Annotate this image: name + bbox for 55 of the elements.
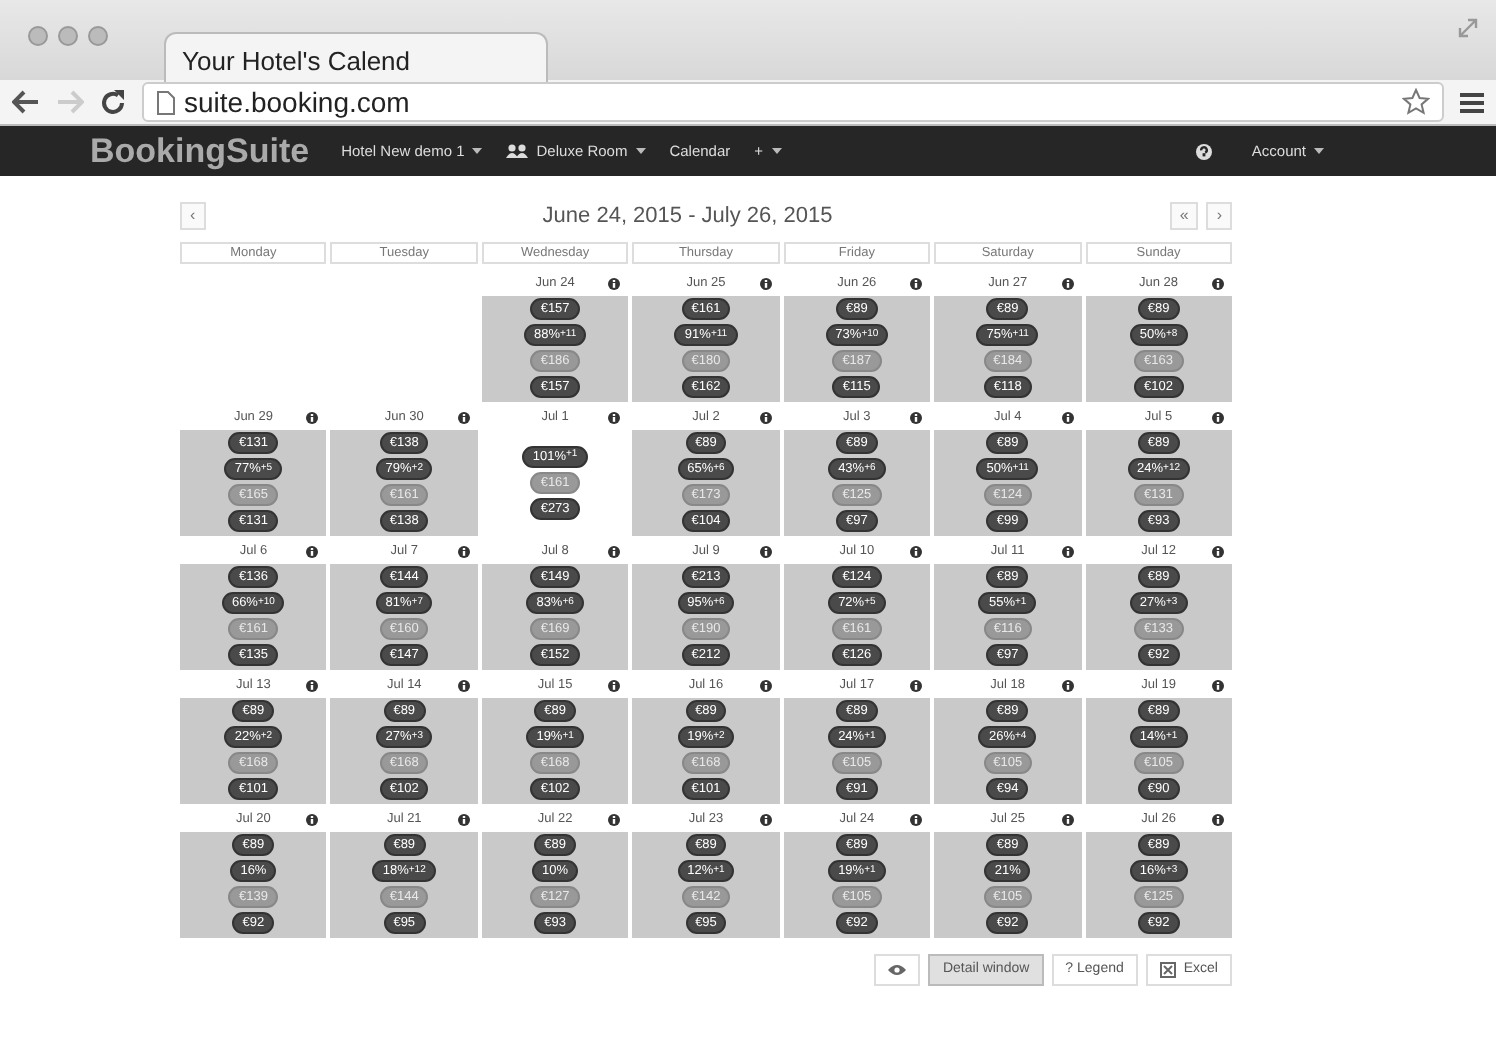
caret-icon <box>635 148 646 154</box>
back-icon[interactable] <box>12 90 40 114</box>
info-icon[interactable] <box>759 679 772 691</box>
info-icon[interactable] <box>1212 277 1224 289</box>
info-icon[interactable] <box>910 411 923 423</box>
page-icon <box>156 89 176 115</box>
info-icon[interactable] <box>457 813 470 825</box>
info-icon[interactable] <box>910 277 923 289</box>
star-icon[interactable] <box>1402 88 1430 116</box>
spreadsheet-icon <box>1159 961 1176 978</box>
info-icon[interactable] <box>608 545 621 557</box>
info-icon[interactable] <box>608 813 621 825</box>
browser-tab[interactable]: Your Hotel's Calend <box>164 32 548 82</box>
info-icon[interactable] <box>306 545 319 557</box>
info-icon[interactable] <box>608 411 621 423</box>
next-button[interactable]: › <box>1206 202 1232 231</box>
info-icon[interactable] <box>1212 411 1224 423</box>
info-icon[interactable] <box>608 277 621 289</box>
info-icon[interactable] <box>759 545 772 557</box>
info-icon[interactable] <box>910 813 923 825</box>
info-icon[interactable] <box>1061 277 1074 289</box>
info-icon[interactable] <box>910 545 923 557</box>
reload-icon[interactable] <box>100 89 126 115</box>
caret-icon <box>1314 148 1324 154</box>
info-icon[interactable] <box>1061 411 1074 423</box>
brand-logo[interactable]: BookingSuite <box>90 125 310 177</box>
date-range-title: June 24, 2015 - July 26, 2015 <box>540 202 835 232</box>
info-icon[interactable] <box>457 545 470 557</box>
info-icon[interactable] <box>608 679 621 691</box>
eye-icon <box>888 963 907 976</box>
eye-button[interactable] <box>874 953 921 986</box>
caret-icon <box>472 148 483 154</box>
info-icon[interactable] <box>910 679 923 691</box>
info-icon[interactable] <box>457 679 470 691</box>
info-icon[interactable] <box>1212 813 1224 825</box>
address-field[interactable]: suite.booking.com <box>142 82 1444 122</box>
menu-icon[interactable] <box>1460 91 1484 113</box>
info-icon[interactable] <box>1212 545 1224 557</box>
info-icon[interactable] <box>1061 545 1074 557</box>
info-icon[interactable] <box>306 813 319 825</box>
info-icon[interactable] <box>306 411 319 423</box>
info-icon[interactable] <box>306 679 319 691</box>
previous-button[interactable]: ‹ <box>180 202 206 231</box>
info-icon[interactable] <box>759 411 772 423</box>
people-icon <box>506 144 529 158</box>
info-icon[interactable] <box>759 813 772 825</box>
info-icon[interactable] <box>1061 679 1074 691</box>
url-text: suite.booking.com <box>184 83 410 122</box>
info-icon[interactable] <box>457 411 470 423</box>
info-icon[interactable] <box>759 277 772 289</box>
next-button[interactable]: « <box>1169 202 1199 231</box>
info-icon[interactable] <box>1212 679 1224 691</box>
caret-icon <box>771 148 782 154</box>
help-icon[interactable] <box>1195 143 1212 159</box>
info-icon[interactable] <box>1061 813 1074 825</box>
